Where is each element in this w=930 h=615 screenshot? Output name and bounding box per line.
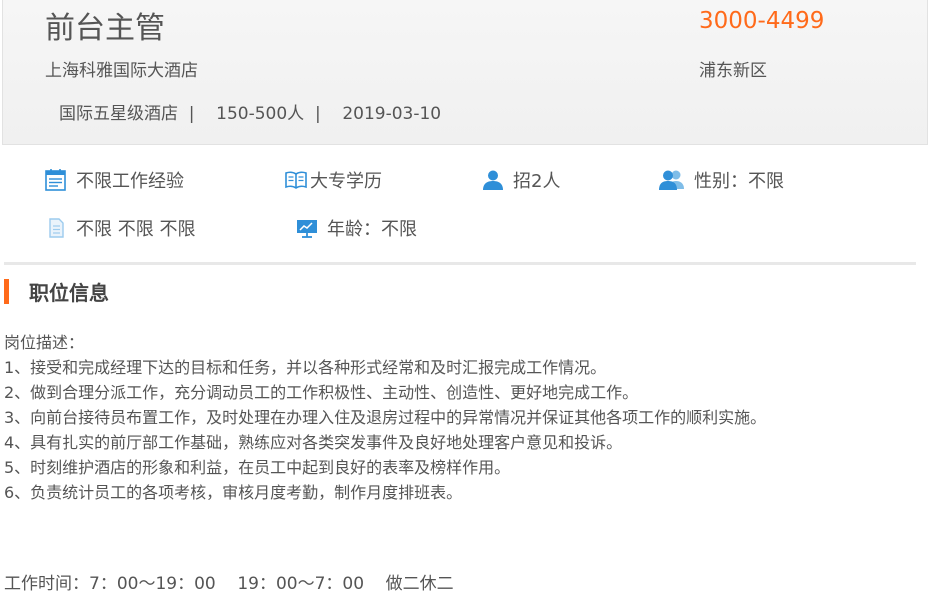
person-icon [481,168,505,192]
feature-age-label: 年龄：不限 [327,219,417,240]
people-icon [658,168,686,192]
description-item: 2、做到合理分派工作，充分调动员工的工作积极性、主动性、创造性、更好地完成工作。 [4,383,639,402]
feature-headcount-label: 招2人 [513,171,561,192]
description-item: 6、负责统计员工的各项考核，审核月度考勤，制作月度排班表。 [4,483,463,502]
work-time: 工作时间：7：00～19：00 19：00～7：00 做二休二 [4,574,454,594]
feature-experience: 不限工作经验 [44,167,184,193]
presentation-board-icon [295,216,319,240]
calendar-list-icon [44,168,68,192]
description-item: 1、接受和完成经理下达的目标和任务，并以各种形式经常和及时汇报完成工作情况。 [4,358,607,377]
feature-gender: 性别：不限 [658,167,784,193]
feature-experience-label: 不限工作经验 [76,171,184,192]
company-meta: 国际五星级酒店 | 150-500人 | 2019-03-10 [59,104,442,124]
job-features: 不限工作经验 大专学历 招2人 性别：不限 不限 不限 不限 年龄：不限 [0,155,930,255]
salary-range: 3000-4499 [699,8,825,34]
feature-education: 大专学历 [284,167,382,193]
district: 浦东新区 [699,61,767,81]
section-header: 职位信息 [4,278,109,305]
job-description: 岗位描述： 1、接受和完成经理下达的目标和任务，并以各种形式经常和及时汇报完成工… [4,330,766,505]
description-item: 3、向前台接待员布置工作，及时处理在办理入住及退房过程中的异常情况并保证其他各项… [4,408,767,427]
document-icon [44,216,68,240]
job-header: 前台主管 3000-4499 上海科雅国际大酒店 浦东新区 国际五星级酒店 | … [2,0,928,145]
section-accent-bar [4,278,9,304]
section-title: 职位信息 [29,280,109,305]
company-name[interactable]: 上海科雅国际大酒店 [45,56,198,81]
open-book-icon [284,168,308,192]
feature-gender-label: 性别：不限 [694,171,784,192]
feature-languages: 不限 不限 不限 [44,215,195,241]
description-item: 5、时刻维护酒店的形象和利益，在员工中起到良好的表率及榜样作用。 [4,458,511,477]
feature-age: 年龄：不限 [295,215,417,241]
description-heading: 岗位描述： [4,333,85,352]
section-divider [4,262,916,265]
feature-education-label: 大专学历 [310,171,382,192]
feature-headcount: 招2人 [481,167,560,193]
description-item: 4、具有扎实的前厅部工作基础，熟练应对各类突发事件及良好地处理客户意见和投诉。 [4,433,623,452]
job-title: 前台主管 [45,11,165,46]
feature-languages-label: 不限 不限 不限 [76,219,196,240]
